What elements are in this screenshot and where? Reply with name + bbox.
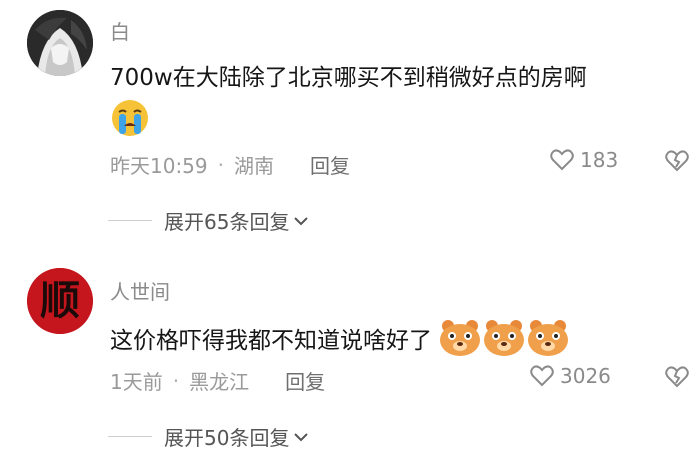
- chevron-down-icon: [294, 432, 309, 441]
- avatar-image: [27, 10, 93, 76]
- expand-replies-button[interactable]: 展开65条回复: [108, 206, 309, 235]
- bear-face-icon: [484, 320, 524, 356]
- meta-separator: ·: [172, 368, 180, 393]
- dislike-button[interactable]: [664, 150, 690, 176]
- heart-icon: [530, 365, 554, 387]
- broken-heart-icon: [665, 366, 689, 388]
- comment-meta: 1天前 · 黑龙江 回复: [110, 366, 325, 395]
- bear-emoji-group: [438, 318, 570, 358]
- comment-location: 黑龙江: [189, 370, 250, 394]
- comment-item: 白 700w在大陆除了北京哪买不到稍微好点的房啊 昨天10:59 · 湖南 回复…: [0, 0, 700, 240]
- comment-text: 700w在大陆除了北京哪买不到稍微好点的房啊: [110, 58, 587, 92]
- avatar-calligraphy: 顺: [40, 277, 80, 324]
- comment-location: 湖南: [234, 154, 274, 178]
- avatar[interactable]: [27, 10, 93, 76]
- comment-time: 1天前: [110, 370, 163, 394]
- heart-icon: [550, 149, 574, 171]
- crying-face-icon: [110, 98, 150, 142]
- like-count: 183: [580, 148, 619, 172]
- like-button[interactable]: 183: [550, 148, 618, 172]
- broken-heart-icon: [665, 150, 689, 172]
- expand-replies-button[interactable]: 展开50条回复: [108, 422, 309, 451]
- comment-time: 昨天10:59: [110, 154, 208, 178]
- comment-username[interactable]: 白: [110, 16, 130, 45]
- comment-meta: 昨天10:59 · 湖南 回复: [110, 150, 350, 179]
- comment-text-body: 700w在大陆除了北京哪买不到稍微好点的房啊: [110, 65, 587, 91]
- expand-replies-label: 展开50条回复: [164, 426, 290, 450]
- expand-replies-label: 展开65条回复: [164, 210, 290, 234]
- bear-face-icon: [528, 320, 568, 356]
- bear-face-icon: [440, 320, 480, 356]
- comment-text: 这价格吓得我都不知道说啥好了: [110, 318, 570, 358]
- meta-separator: ·: [217, 152, 224, 177]
- chevron-down-icon: [294, 216, 309, 225]
- comment-item: 顺 人世间 这价格吓得我都不知道说啥好了 1天前 · 黑龙江 回复 3026 展…: [0, 240, 700, 471]
- divider-line: [108, 220, 152, 221]
- reply-button[interactable]: 回复: [310, 150, 350, 179]
- avatar[interactable]: 顺: [27, 268, 93, 334]
- like-count: 3026: [560, 364, 611, 388]
- divider-line: [108, 436, 152, 437]
- dislike-button[interactable]: [664, 366, 690, 392]
- reply-button[interactable]: 回复: [285, 366, 325, 395]
- comment-text-body: 这价格吓得我都不知道说啥好了: [110, 328, 432, 354]
- comment-username[interactable]: 人世间: [110, 276, 170, 305]
- like-button[interactable]: 3026: [530, 364, 611, 388]
